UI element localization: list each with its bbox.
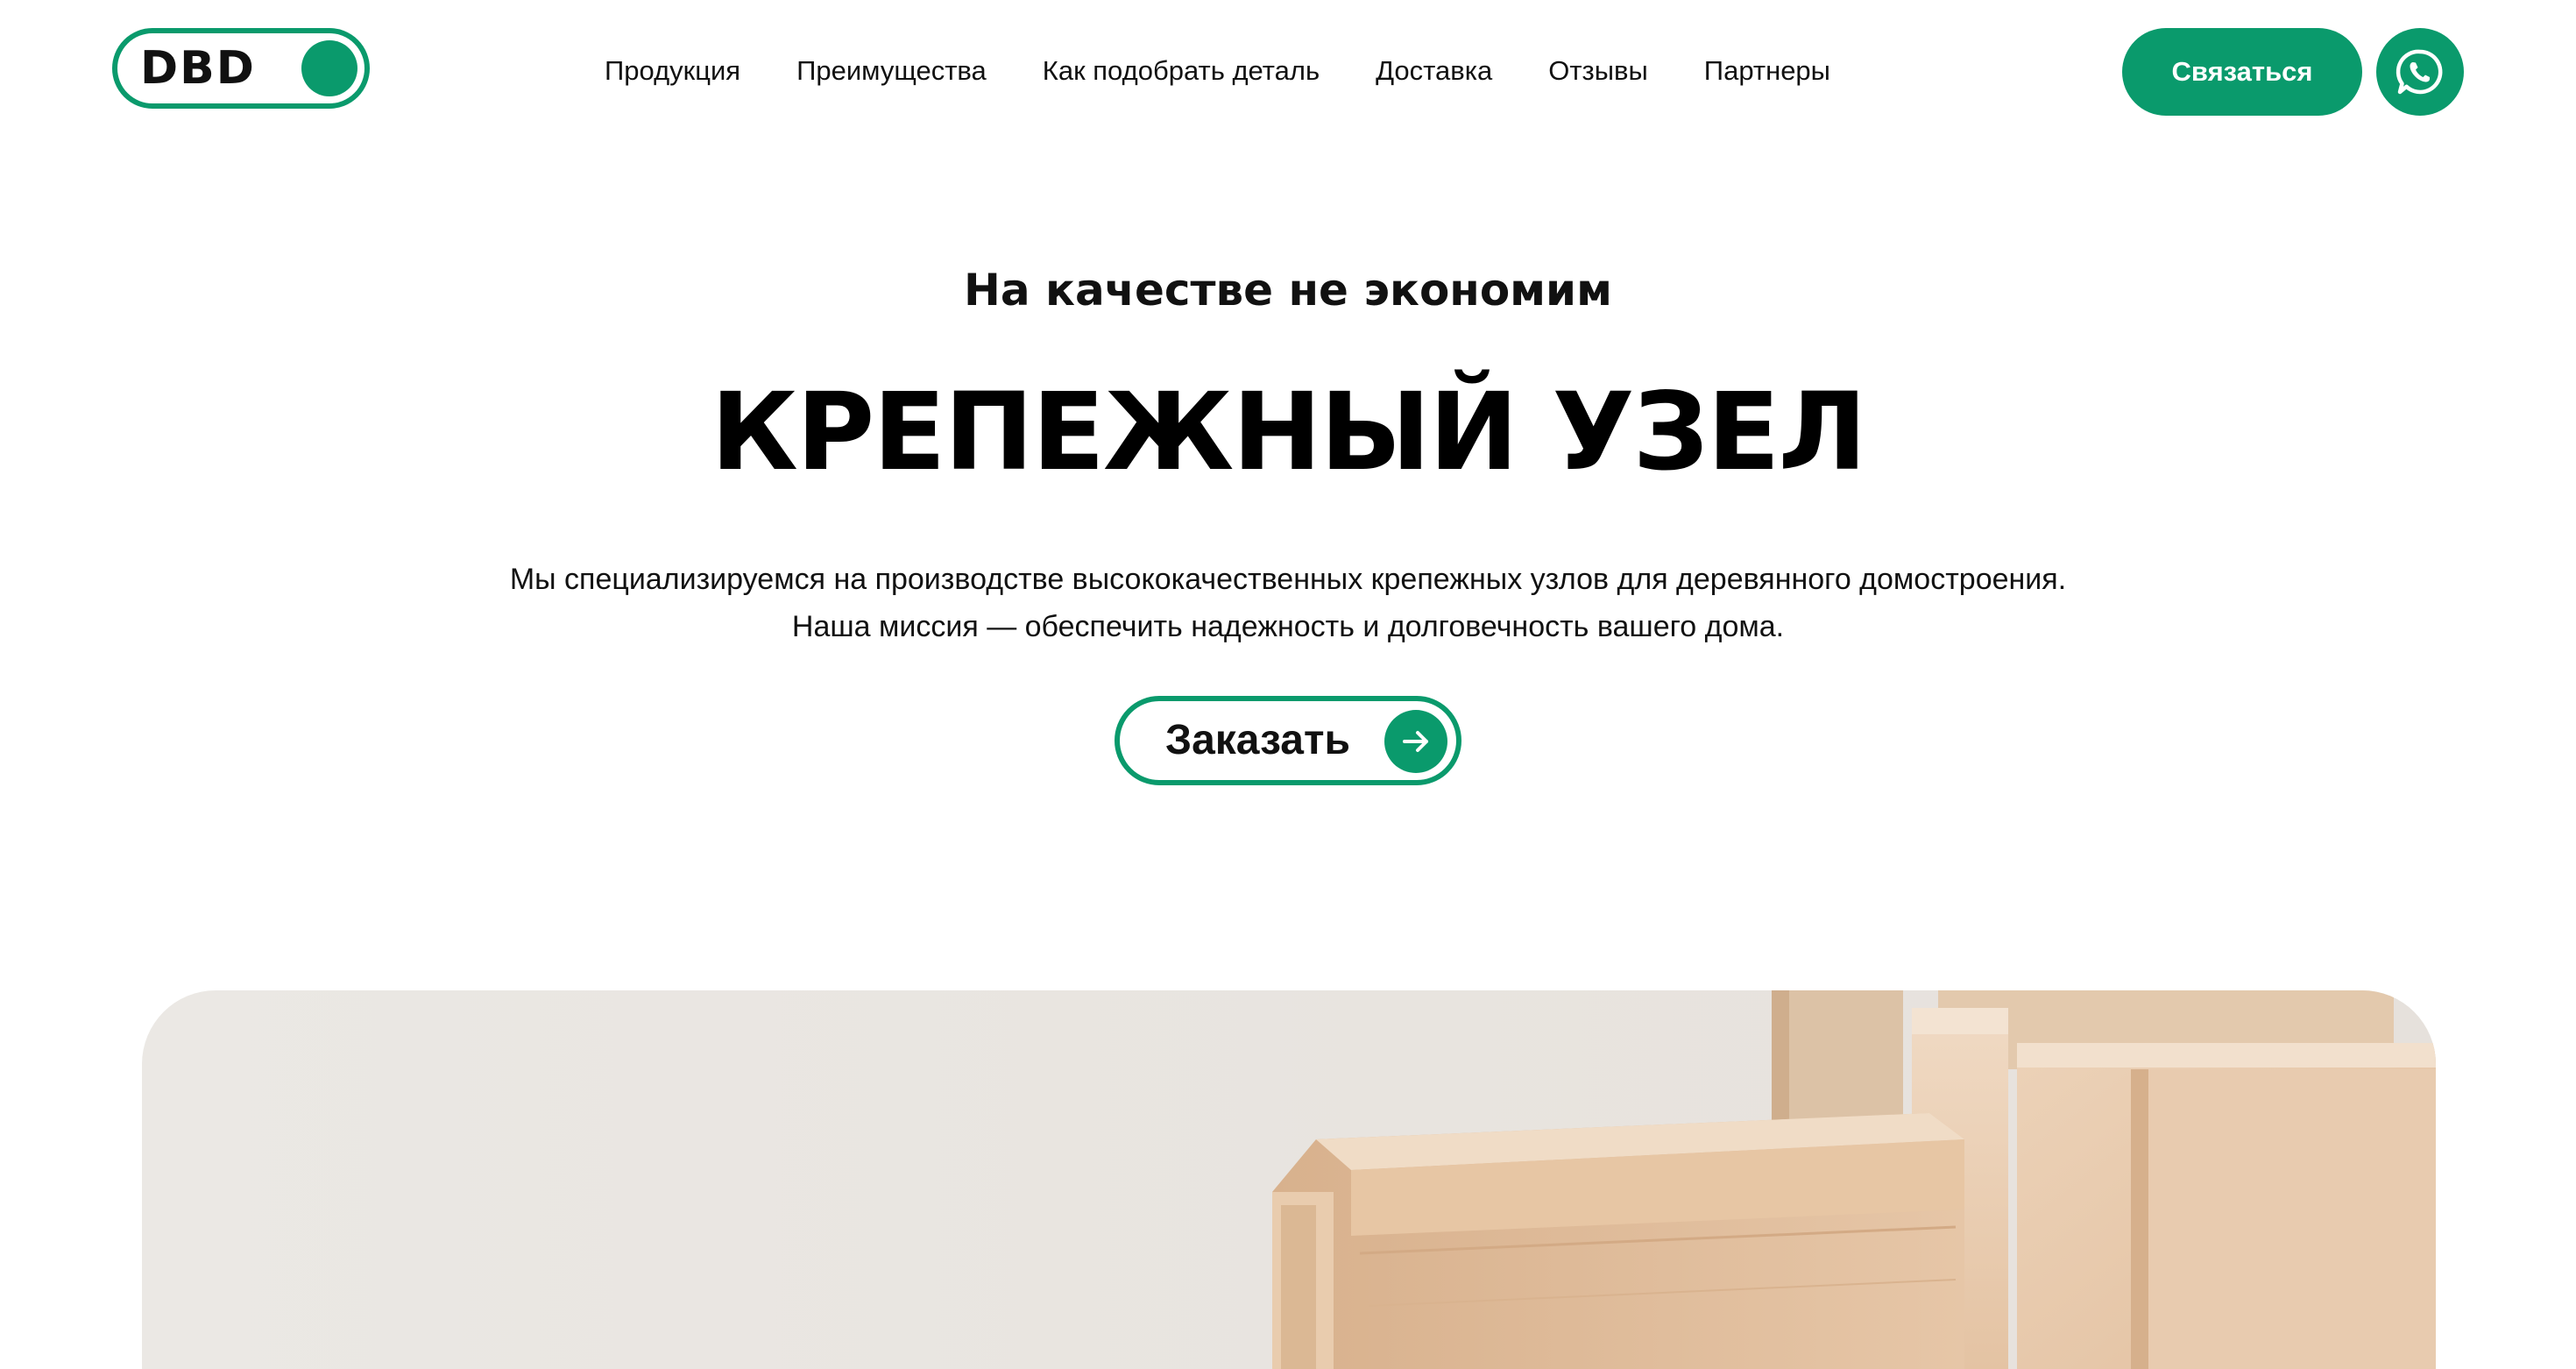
order-button[interactable]: Заказать: [1115, 696, 1461, 785]
logo-toggle-dot: [301, 40, 357, 96]
hero-description: Мы специализируемся на производстве высо…: [0, 556, 2576, 650]
product-image: [142, 990, 2436, 1369]
whatsapp-icon: [2396, 49, 2443, 95]
hero-description-line-2: Наша миссия — обеспечить надежность и до…: [791, 610, 1785, 643]
main-nav: Продукция Преимущества Как подобрать дет…: [605, 49, 1830, 93]
nav-item-products[interactable]: Продукция: [605, 55, 740, 87]
nav-item-delivery[interactable]: Доставка: [1376, 55, 1492, 87]
order-button-label: Заказать: [1165, 717, 1351, 763]
hero-description-line-1: Мы специализируемся на производстве высо…: [509, 563, 2067, 596]
hero-eyebrow: На качестве не экономим: [964, 265, 1612, 316]
whatsapp-button[interactable]: [2376, 28, 2464, 116]
landing-page: DBD Продукция Преимущества Как подобрать…: [0, 0, 2576, 1369]
nav-item-partners[interactable]: Партнеры: [1704, 55, 1830, 87]
nav-item-advantages[interactable]: Преимущества: [796, 55, 987, 87]
hero-title: КРЕПЕЖНЫЙ УЗЕЛ: [711, 370, 1867, 494]
arrow-right-icon: [1384, 710, 1447, 773]
logo[interactable]: DBD: [112, 28, 370, 109]
nav-item-how-to-choose[interactable]: Как подобрать деталь: [1043, 55, 1320, 87]
nav-item-reviews[interactable]: Отзывы: [1548, 55, 1648, 87]
contact-button[interactable]: Связаться: [2122, 28, 2362, 116]
logo-text: DBD: [140, 42, 256, 95]
